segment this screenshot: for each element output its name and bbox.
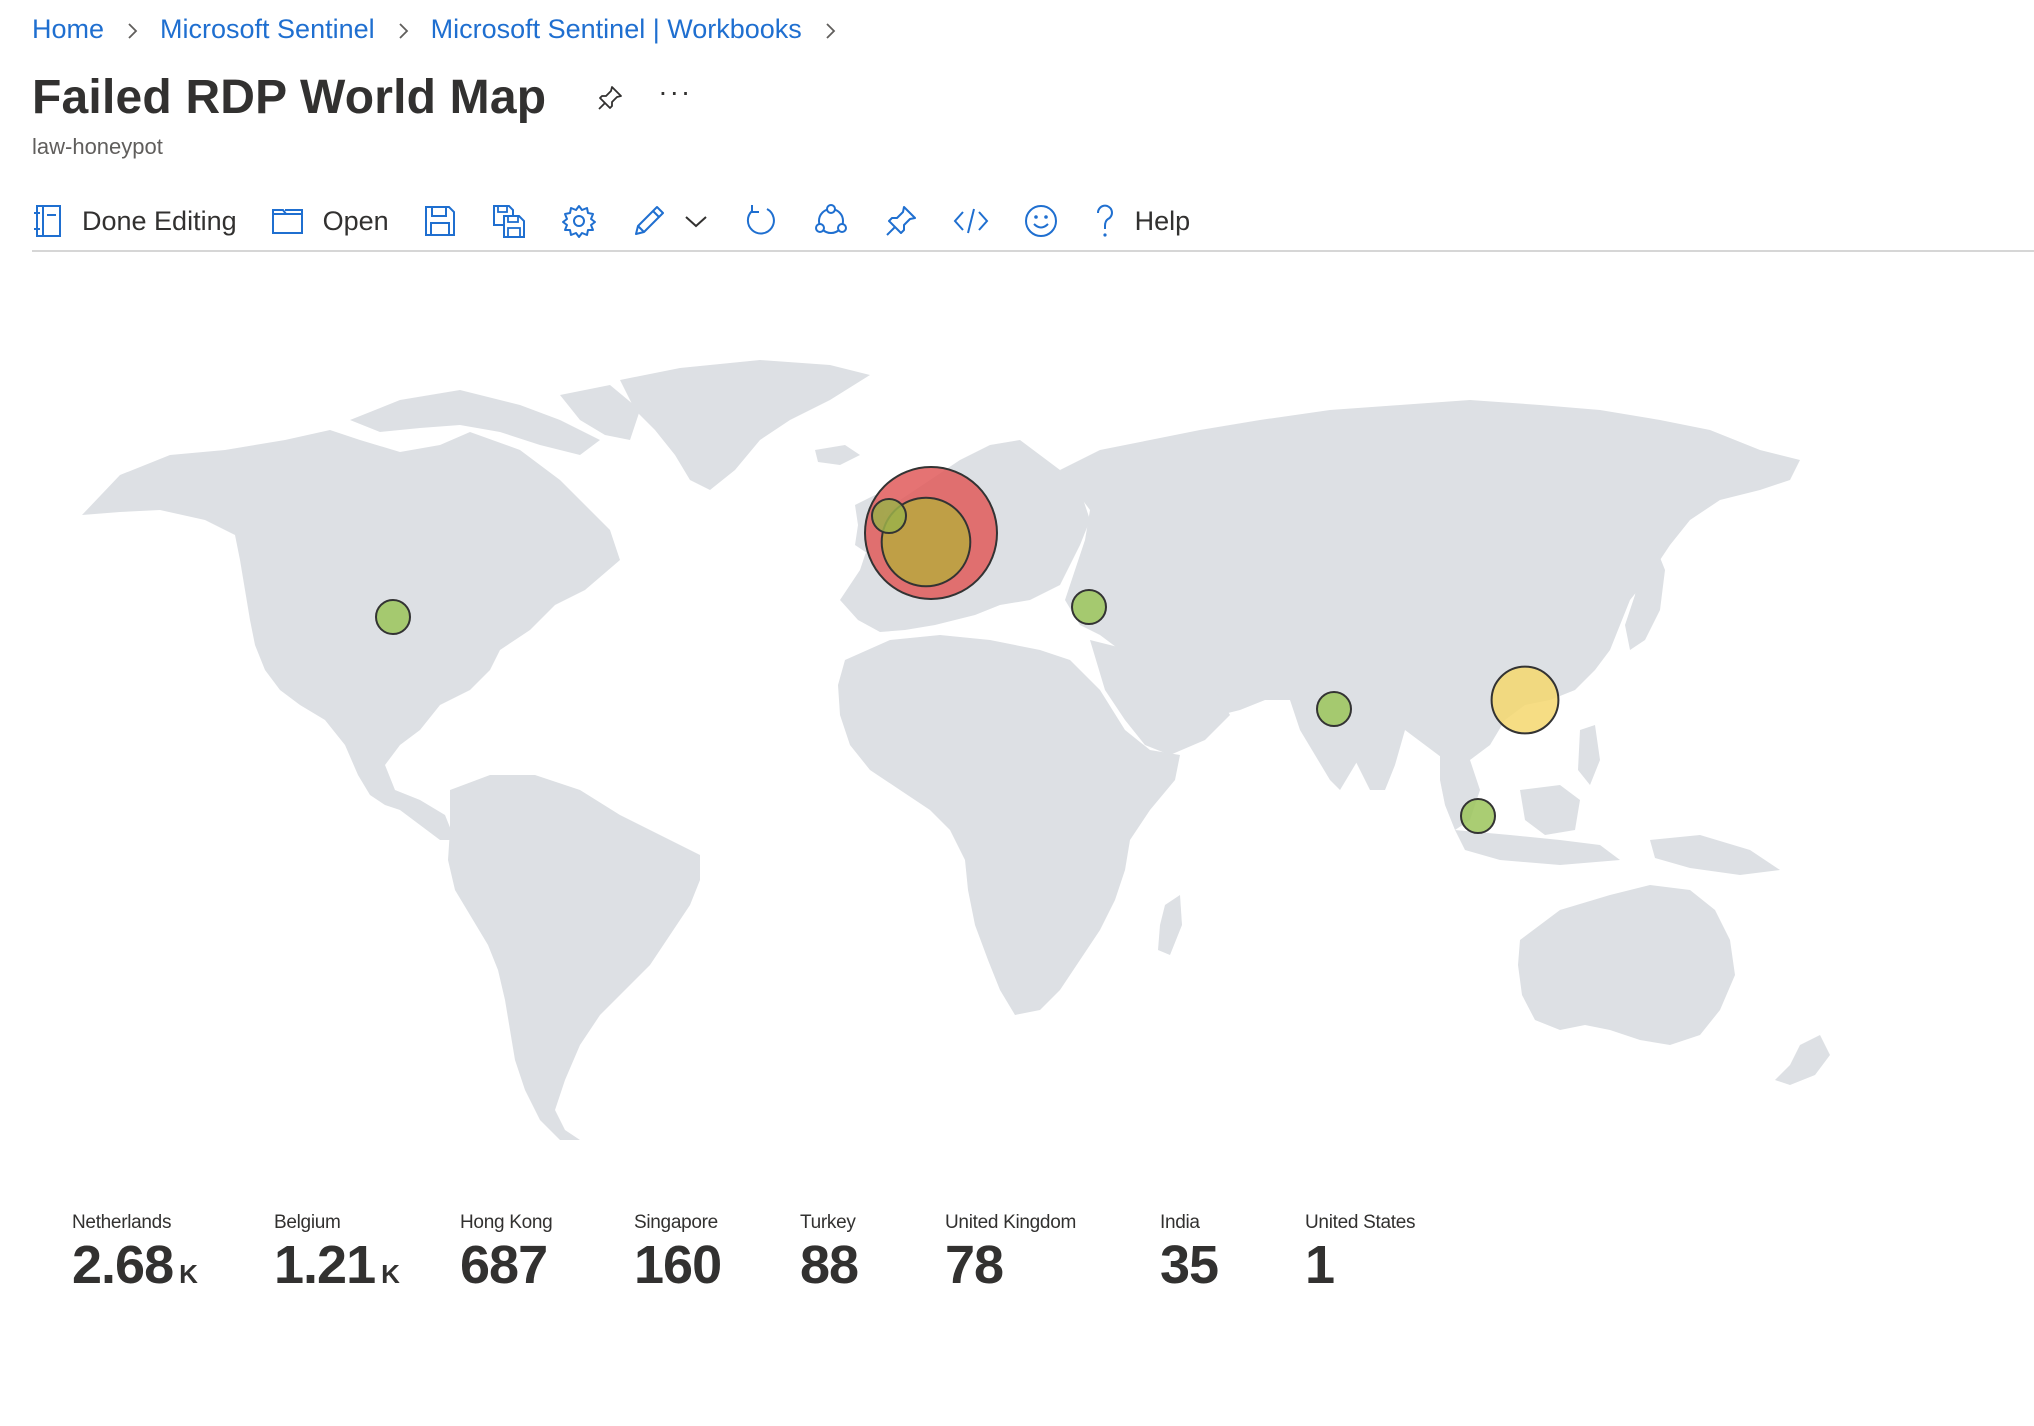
tile-value: 160 xyxy=(634,1235,722,1295)
done-editing-icon xyxy=(32,203,64,239)
smiley-icon xyxy=(1023,203,1059,239)
tile-label: Turkey xyxy=(800,1212,856,1233)
bubble-india[interactable] xyxy=(1316,691,1352,727)
bubble-hong-kong[interactable] xyxy=(1490,665,1560,735)
tile-value: 687 xyxy=(460,1235,548,1295)
tile-united-kingdom[interactable]: United Kingdom 78 xyxy=(945,1212,1160,1292)
tile-united-states[interactable]: United States 1 xyxy=(1305,1212,1465,1292)
breadcrumb-home[interactable]: Home xyxy=(32,14,104,45)
tile-hong-kong[interactable]: Hong Kong 687 xyxy=(460,1212,634,1292)
land-new-guinea xyxy=(1650,835,1780,875)
chevron-right-icon xyxy=(104,14,160,45)
save-as-button[interactable] xyxy=(491,196,527,246)
done-editing-label: Done Editing xyxy=(82,205,237,236)
tile-singapore[interactable]: Singapore 160 xyxy=(634,1212,800,1292)
tile-label: India xyxy=(1160,1212,1200,1233)
tile-label: Netherlands xyxy=(72,1212,172,1233)
tile-label: Hong Kong xyxy=(460,1212,553,1233)
bubble-singapore[interactable] xyxy=(1460,798,1496,834)
more-icon[interactable]: ··· xyxy=(658,76,692,108)
land-iceland xyxy=(815,445,860,465)
help-icon xyxy=(1093,203,1117,239)
land-borneo xyxy=(1520,785,1580,835)
bubble-united-states[interactable] xyxy=(375,599,411,635)
chevron-right-icon xyxy=(802,14,858,45)
bubble-united-kingdom[interactable] xyxy=(871,498,907,534)
open-button[interactable]: Open xyxy=(271,196,389,246)
edit-dropdown-button[interactable] xyxy=(683,196,709,246)
advanced-editor-button[interactable] xyxy=(953,196,989,246)
refresh-icon xyxy=(743,203,779,239)
tile-netherlands[interactable]: Netherlands 2.68 K xyxy=(72,1212,274,1292)
tile-label: Belgium xyxy=(274,1212,341,1233)
world-map-canvas xyxy=(82,360,1830,1140)
settings-button[interactable] xyxy=(561,196,597,246)
share-icon xyxy=(813,203,849,239)
land-philippines xyxy=(1578,725,1600,785)
save-as-icon xyxy=(491,203,527,239)
chevron-right-icon xyxy=(375,14,431,45)
pin-to-dashboard-button[interactable] xyxy=(883,196,919,246)
pencil-icon xyxy=(631,203,667,239)
tile-value: 2.68 xyxy=(72,1235,174,1295)
pin-icon xyxy=(883,203,919,239)
land-greenland xyxy=(620,360,870,490)
tile-value: 1.21 xyxy=(274,1235,376,1295)
tile-label: United States xyxy=(1305,1212,1416,1233)
code-icon xyxy=(953,206,989,236)
land-new-zealand xyxy=(1775,1035,1830,1085)
save-button[interactable] xyxy=(423,196,457,246)
page-subtitle: law-honeypot xyxy=(32,134,163,159)
tile-unit: K xyxy=(381,1259,400,1289)
page-title: Failed RDP World Map xyxy=(32,71,547,124)
edit-button[interactable] xyxy=(631,196,667,246)
tile-value: 88 xyxy=(800,1235,859,1295)
land-australia xyxy=(1518,885,1735,1045)
feedback-button[interactable] xyxy=(1023,196,1059,246)
breadcrumb-workbooks[interactable]: Microsoft Sentinel | Workbooks xyxy=(431,14,802,45)
open-label: Open xyxy=(322,205,389,236)
done-editing-button[interactable]: Done Editing xyxy=(32,196,237,246)
tile-belgium[interactable]: Belgium 1.21 K xyxy=(274,1212,460,1292)
breadcrumb-sentinel[interactable]: Microsoft Sentinel xyxy=(160,14,375,45)
tile-label: Singapore xyxy=(634,1212,718,1233)
tile-turkey[interactable]: Turkey 88 xyxy=(800,1212,945,1292)
country-tiles: Netherlands 2.68 K Belgium 1.21 K Hong K… xyxy=(72,1212,1465,1292)
tile-value: 1 xyxy=(1305,1235,1335,1295)
tile-india[interactable]: India 35 xyxy=(1160,1212,1305,1292)
bubble-turkey[interactable] xyxy=(1071,589,1107,625)
help-label: Help xyxy=(1134,205,1191,236)
land-madagascar xyxy=(1158,895,1182,955)
pin-icon[interactable] xyxy=(592,80,628,116)
tile-value: 35 xyxy=(1160,1235,1219,1295)
chevron-down-icon xyxy=(683,211,709,231)
gear-icon xyxy=(561,203,597,239)
world-map[interactable] xyxy=(60,330,1860,1210)
tile-unit: K xyxy=(179,1259,198,1289)
toolbar: Done Editing Open Help xyxy=(32,192,2034,252)
refresh-button[interactable] xyxy=(743,196,779,246)
breadcrumb: Home Microsoft Sentinel Microsoft Sentin… xyxy=(32,14,858,45)
save-icon xyxy=(423,204,457,238)
title-row: Failed RDP World Map ··· xyxy=(32,70,692,125)
tile-label: United Kingdom xyxy=(945,1212,1076,1233)
tile-value: 78 xyxy=(945,1235,1004,1295)
land-indonesia xyxy=(1455,830,1620,865)
open-folder-icon xyxy=(271,206,305,236)
land-south-america xyxy=(448,775,700,1140)
share-button[interactable] xyxy=(813,196,849,246)
help-button[interactable]: Help xyxy=(1093,196,1191,246)
